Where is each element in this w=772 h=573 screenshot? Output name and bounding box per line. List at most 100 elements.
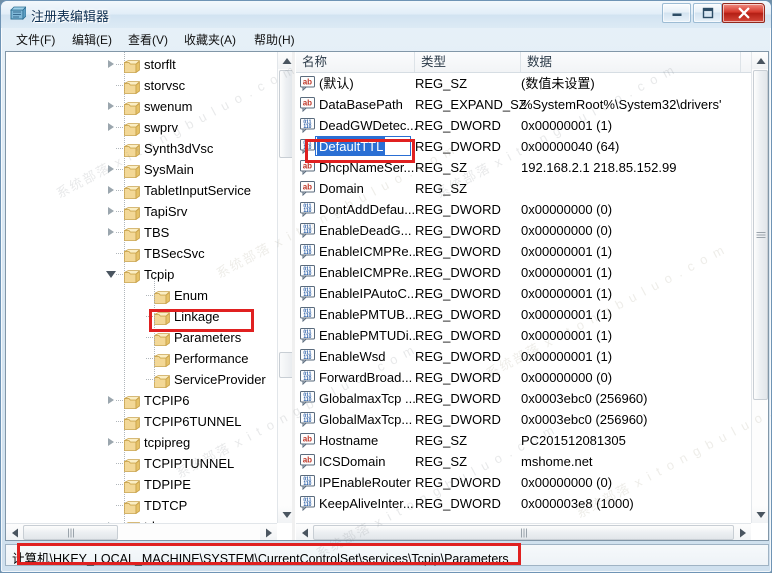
table-row[interactable]: 011 110 EnablePMTUB... REG_DWORD 0x00000001 …	[296, 304, 751, 325]
tree-node-serviceprovider[interactable]: ServiceProvider	[6, 369, 277, 390]
tree-node-swenum[interactable]: swenum	[6, 96, 277, 117]
tree-node-tapisrv[interactable]: TapiSrv	[6, 201, 277, 222]
table-row[interactable]: 011 110 ForwardBroad... REG_DWORD 0x00000000…	[296, 367, 751, 388]
chevron-right-icon[interactable]	[108, 228, 114, 236]
tree-node-linkage[interactable]: Linkage	[6, 306, 277, 327]
chevron-right-icon[interactable]	[108, 438, 114, 446]
table-row[interactable]: 011 110 GlobalmaxTcp ... REG_DWORD 0x0003ebc…	[296, 388, 751, 409]
chevron-right-icon[interactable]	[108, 186, 114, 194]
chevron-right-icon[interactable]	[108, 207, 114, 215]
tree-node-tbsecsvc[interactable]: TBSecSvc	[6, 243, 277, 264]
folder-icon	[154, 373, 171, 389]
table-row[interactable]: ab DataBasePath REG_EXPAND_SZ %SystemRoot%\…	[296, 94, 751, 115]
table-row[interactable]: 011 110 GlobalMaxTcp... REG_DWORD 0x0003ebc0…	[296, 409, 751, 430]
table-row[interactable]: 011 110 EnableDeadG... REG_DWORD 0x00000000 …	[296, 220, 751, 241]
column-header-数据[interactable]: 数据	[521, 52, 741, 72]
value-name: (默认)	[319, 76, 354, 91]
tree-node-parameters[interactable]: Parameters	[6, 327, 277, 348]
folder-icon	[154, 289, 171, 305]
tree-node-storflt[interactable]: storflt	[6, 54, 277, 75]
svg-text:110: 110	[303, 376, 311, 382]
table-row[interactable]: ab DhcpNameSer... REG_SZ 192.168.2.1 218.85…	[296, 157, 751, 178]
table-row[interactable]: 011 110 EnableWsd REG_DWORD 0x00000001 (1)	[296, 346, 751, 367]
table-row[interactable]: ab Domain REG_SZ	[296, 178, 751, 199]
tree-horizontal-scrollbar[interactable]	[6, 523, 277, 540]
tree-node-synth3dvsc[interactable]: Synth3dVsc	[6, 138, 277, 159]
column-header-类型[interactable]: 类型	[415, 52, 521, 72]
chevron-down-icon[interactable]	[106, 271, 116, 278]
value-type: REG_DWORD	[415, 265, 501, 280]
tree-node-storvsc[interactable]: storvsc	[6, 75, 277, 96]
menu-item-帮助H[interactable]: 帮助(H)	[249, 32, 300, 49]
tree-node-tdpipe[interactable]: TDPIPE	[6, 474, 277, 495]
value-data: 0x00000001 (1)	[521, 118, 613, 133]
list-hscroll-thumb[interactable]	[313, 525, 734, 540]
maximize-button[interactable]	[693, 3, 722, 23]
table-row[interactable]: 011 110 EnableICMPRe... REG_DWORD 0x00000001…	[296, 241, 751, 262]
tree-scroll-right-arrow[interactable]	[260, 524, 277, 540]
chevron-right-icon[interactable]	[108, 60, 114, 68]
tree-connector-stub	[116, 253, 124, 254]
tree-node-tcpipreg[interactable]: tcpipreg	[6, 432, 277, 453]
tree-node-tdx[interactable]: tdx	[6, 516, 277, 523]
tree-node-enum[interactable]: Enum	[6, 285, 277, 306]
table-row[interactable]: 011 110 EnablePMTUDi... REG_DWORD 0x00000001…	[296, 325, 751, 346]
menu-item-收藏夹A[interactable]: 收藏夹(A)	[179, 32, 241, 49]
list-scroll-up-arrow[interactable]	[752, 52, 768, 69]
table-row[interactable]: 011 110 DontAddDefau... REG_DWORD 0x00000000…	[296, 199, 751, 220]
value-name: ICSDomain	[319, 454, 386, 469]
minimize-button[interactable]	[662, 3, 691, 23]
value-type: REG_SZ	[415, 433, 468, 448]
table-row[interactable]: 011 110 EnableIPAutoC... REG_DWORD 0x0000000…	[296, 283, 751, 304]
value-name: EnableWsd	[319, 349, 386, 364]
tree-scroll-left-arrow[interactable]	[6, 524, 23, 540]
tree-connector-stub	[116, 421, 124, 422]
tree-hscroll-thumb[interactable]	[23, 525, 118, 540]
tree-node-label: swenum	[144, 99, 193, 114]
menu-item-查看V[interactable]: 查看(V)	[123, 32, 173, 49]
tree-node-tcpip6[interactable]: TCPIP6	[6, 390, 277, 411]
list-scroll-right-arrow[interactable]	[734, 524, 751, 540]
tree-connector-stub	[116, 85, 124, 86]
chevron-right-icon[interactable]	[108, 396, 114, 404]
svg-text:110: 110	[303, 418, 311, 424]
list-scroll-thumb[interactable]	[753, 70, 768, 400]
menu-item-文件F[interactable]: 文件(F)	[11, 32, 60, 49]
value-name: ForwardBroad...	[319, 370, 413, 385]
string-value-icon: ab	[300, 433, 315, 449]
table-row[interactable]: ab Hostname REG_SZ PC201512081305	[296, 430, 751, 451]
tree-node-swprv[interactable]: swprv	[6, 117, 277, 138]
value-type: REG_DWORD	[415, 307, 501, 322]
close-button[interactable]	[722, 3, 765, 23]
tree-node-tdtcp[interactable]: TDTCP	[6, 495, 277, 516]
table-row[interactable]: 011 110 EnableICMPRe... REG_DWORD 0x00000001…	[296, 262, 751, 283]
chevron-right-icon[interactable]	[108, 123, 114, 131]
table-row[interactable]: 011 110 DeadGWDetec... REG_DWORD 0x00000001 …	[296, 115, 751, 136]
table-row[interactable]: ab ICSDomain REG_SZ mshome.net	[296, 451, 751, 472]
table-row[interactable]: 011 110 KeepAliveInter... REG_DWORD 0x000003…	[296, 493, 751, 514]
tree-node-label: Synth3dVsc	[144, 141, 214, 156]
tree-node-tcpip6tunnel[interactable]: TCPIP6TUNNEL	[6, 411, 277, 432]
list-horizontal-scrollbar[interactable]	[296, 523, 751, 540]
tree-node-performance[interactable]: Performance	[6, 348, 277, 369]
table-row[interactable]: 011 110 DefaultTTL REG_DWORD 0x00000040 (64)	[296, 136, 751, 157]
chevron-right-icon[interactable]	[108, 165, 114, 173]
tree-node-tabletinputservice[interactable]: TabletInputService	[6, 180, 277, 201]
tree-node-sysmain[interactable]: SysMain	[6, 159, 277, 180]
folder-icon	[124, 121, 141, 137]
tree-node-tbs[interactable]: TBS	[6, 222, 277, 243]
tree-node-tcpiptunnel[interactable]: TCPIPTUNNEL	[6, 453, 277, 474]
menu-item-编辑E[interactable]: 编辑(E)	[67, 32, 117, 49]
table-row[interactable]: ab (默认) REG_SZ (数值未设置)	[296, 73, 751, 94]
list-vertical-scrollbar[interactable]	[751, 52, 768, 523]
svg-text:ab: ab	[303, 161, 312, 170]
column-header-名称[interactable]: 名称	[296, 52, 415, 72]
value-type: REG_DWORD	[415, 202, 501, 217]
list-scroll-down-arrow[interactable]	[752, 506, 768, 523]
chevron-right-icon[interactable]	[108, 102, 114, 110]
tree-node-tcpip[interactable]: Tcpip	[6, 264, 277, 285]
table-row[interactable]: 011 110 IPEnableRouter REG_DWORD 0x00000000 …	[296, 472, 751, 493]
list-scroll-left-arrow[interactable]	[296, 524, 313, 540]
value-name-selected[interactable]: DefaultTTL	[317, 137, 386, 156]
value-data: 0x000003e8 (1000)	[521, 496, 634, 511]
